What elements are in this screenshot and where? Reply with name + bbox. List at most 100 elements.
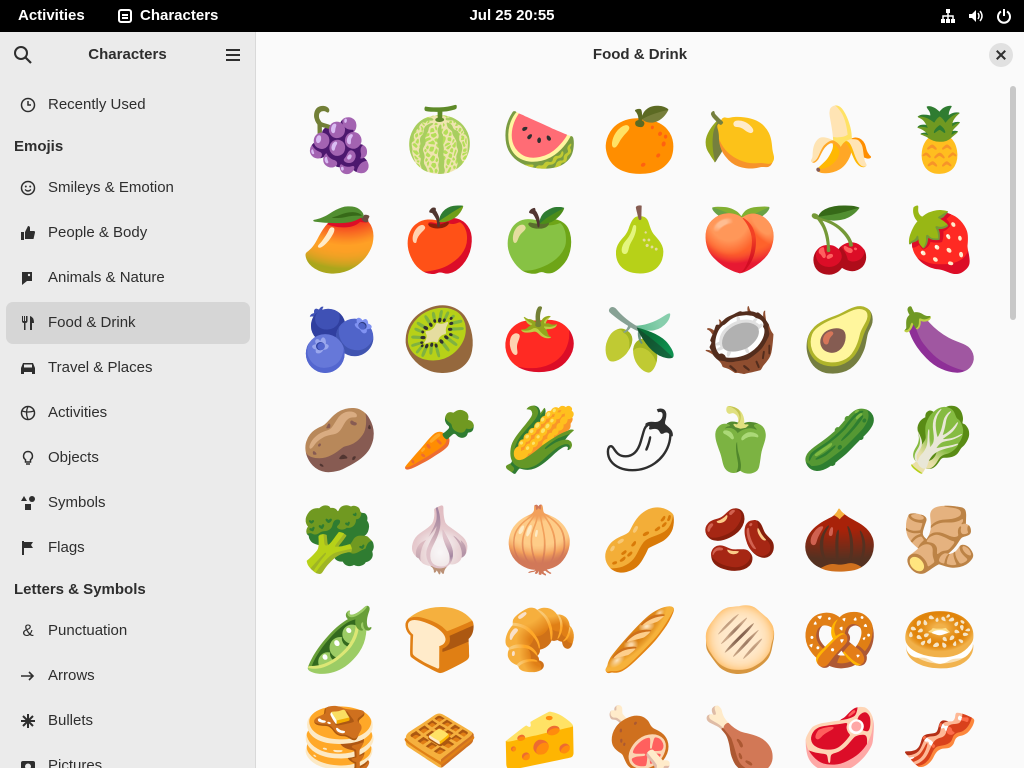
emoji-cell[interactable]: 🥐 bbox=[490, 590, 590, 690]
emoji-cell[interactable]: 🥞 bbox=[290, 690, 390, 768]
top-bar: Activities Characters Jul 25 20:55 bbox=[0, 0, 1024, 32]
sidebar-item-punctuation[interactable]: & Punctuation bbox=[6, 610, 250, 652]
emoji-cell[interactable]: 🫛 bbox=[290, 590, 390, 690]
emoji-cell[interactable]: 🥯 bbox=[890, 590, 990, 690]
page-title: Food & Drink bbox=[592, 46, 688, 63]
emoji-cell[interactable]: 🥥 bbox=[690, 290, 790, 390]
emoji-cell[interactable]: 🍞 bbox=[390, 590, 490, 690]
fork-knife-icon bbox=[22, 316, 34, 330]
emoji-cell[interactable]: 🌰 bbox=[790, 490, 890, 590]
emoji-cell[interactable]: 🍓 bbox=[890, 190, 990, 290]
emoji-cell[interactable]: 🍐 bbox=[590, 190, 690, 290]
emoji-cell[interactable]: 🍊 bbox=[590, 90, 690, 190]
emoji-cell[interactable]: 🫒 bbox=[590, 290, 690, 390]
emoji-cell[interactable]: 🧀 bbox=[490, 690, 590, 768]
sidebar-item-animals-nature[interactable]: Animals & Nature bbox=[6, 257, 250, 299]
emoji-cell[interactable]: 🍍 bbox=[890, 90, 990, 190]
sidebar-item-label: People & Body bbox=[48, 224, 148, 241]
sidebar-item-label: Recently Used bbox=[48, 96, 146, 113]
emoji-cell[interactable]: 🥑 bbox=[790, 290, 890, 390]
emoji-cell[interactable]: 🍑 bbox=[690, 190, 790, 290]
emoji-cell[interactable]: 🌽 bbox=[490, 390, 590, 490]
scrollbar[interactable] bbox=[1010, 86, 1016, 320]
section-header-letters-symbols: Letters & Symbols bbox=[14, 581, 146, 598]
emoji-cell[interactable]: 🧇 bbox=[390, 690, 490, 768]
sidebar-item-arrows[interactable]: Arrows bbox=[6, 655, 250, 697]
thumbs-up-icon bbox=[21, 226, 35, 240]
sidebar-item-label: Food & Drink bbox=[48, 314, 136, 331]
pictures-icon bbox=[21, 761, 35, 768]
emoji-cell[interactable]: 🥔 bbox=[290, 390, 390, 490]
emoji-cell[interactable]: 🍆 bbox=[890, 290, 990, 390]
emoji-cell[interactable]: 🥜 bbox=[590, 490, 690, 590]
sidebar-item-flags[interactable]: Flags bbox=[6, 527, 250, 569]
emoji-cell[interactable]: 🍅 bbox=[490, 290, 590, 390]
sidebar-item-people-body[interactable]: People & Body bbox=[6, 212, 250, 254]
emoji-cell[interactable]: 🍇 bbox=[290, 90, 390, 190]
emoji-cell[interactable]: 🍉 bbox=[490, 90, 590, 190]
emoji-cell[interactable]: 🍏 bbox=[490, 190, 590, 290]
emoji-cell[interactable]: 🍒 bbox=[790, 190, 890, 290]
power-icon bbox=[997, 9, 1011, 24]
activities-icon bbox=[20, 405, 36, 421]
hamburger-menu-icon[interactable] bbox=[222, 44, 244, 66]
bullet-icon bbox=[21, 714, 35, 728]
main-content: Food & Drink 🍇 🍈 🍉 🍊 🍋 🍌 🍍 🥭 🍎 🍏 🍐 🍑 🍒 🍓 🫐 🥝 🍅 🫒 🥥 🥑 🍆 🥔 🥕 🌽 🌶 🫑 🥒… bbox=[256, 32, 1024, 768]
sidebar-item-activities[interactable]: Activities bbox=[6, 392, 250, 434]
emoji-cell[interactable]: 🫚 bbox=[890, 490, 990, 590]
emoji-cell[interactable]: 🥕 bbox=[390, 390, 490, 490]
sidebar-item-label: Pictures bbox=[48, 757, 103, 768]
sidebar-item-label: Objects bbox=[48, 449, 99, 466]
emoji-cell[interactable]: 🍌 bbox=[790, 90, 890, 190]
sidebar-item-label: Smileys & Emotion bbox=[48, 179, 174, 196]
emoji-cell[interactable]: 🥨 bbox=[790, 590, 890, 690]
emoji-cell[interactable]: 🍎 bbox=[390, 190, 490, 290]
emoji-cell[interactable]: 🫓 bbox=[690, 590, 790, 690]
sidebar-title: Characters bbox=[88, 46, 167, 63]
sidebar-item-label: Bullets bbox=[48, 712, 94, 729]
emoji-cell[interactable]: 🫑 bbox=[690, 390, 790, 490]
emoji-cell[interactable]: 🍖 bbox=[590, 690, 690, 768]
emoji-cell[interactable]: 🥩 bbox=[790, 690, 890, 768]
emoji-cell[interactable]: 🥒 bbox=[790, 390, 890, 490]
network-icon bbox=[941, 9, 955, 23]
emoji-cell[interactable]: 🧄 bbox=[390, 490, 490, 590]
sidebar-item-travel-places[interactable]: Travel & Places bbox=[6, 347, 250, 389]
sidebar-item-food-drink[interactable]: Food & Drink bbox=[6, 302, 250, 344]
close-button[interactable] bbox=[989, 43, 1013, 67]
system-status-area[interactable] bbox=[940, 0, 1012, 32]
arrow-right-icon bbox=[21, 671, 35, 681]
emoji-cell[interactable]: 🌶 bbox=[590, 390, 690, 490]
sidebar-item-label: Animals & Nature bbox=[48, 269, 165, 286]
emoji-cell[interactable]: 🥦 bbox=[290, 490, 390, 590]
emoji-cell[interactable]: 🥭 bbox=[290, 190, 390, 290]
volume-icon bbox=[969, 10, 983, 22]
emoji-cell[interactable]: 🧅 bbox=[490, 490, 590, 590]
sidebar-item-recently-used[interactable]: Recently Used bbox=[6, 84, 250, 126]
lightbulb-icon bbox=[22, 450, 34, 465]
car-icon bbox=[21, 363, 35, 374]
ampersand-icon: & bbox=[22, 621, 34, 640]
smiley-icon bbox=[20, 180, 36, 196]
emoji-cell[interactable]: 🍗 bbox=[690, 690, 790, 768]
sidebar-item-smileys-emotion[interactable]: Smileys & Emotion bbox=[6, 167, 250, 209]
sidebar-item-symbols[interactable]: Symbols bbox=[6, 482, 250, 524]
animal-icon bbox=[22, 272, 32, 285]
emoji-cell[interactable]: 🍋 bbox=[690, 90, 790, 190]
emoji-cell[interactable]: 🍈 bbox=[390, 90, 490, 190]
clock-icon bbox=[20, 97, 36, 113]
sidebar-header: Characters bbox=[0, 32, 255, 78]
sidebar-item-pictures[interactable]: Pictures bbox=[6, 745, 250, 768]
emoji-cell[interactable]: 🥬 bbox=[890, 390, 990, 490]
emoji-cell[interactable]: 🥝 bbox=[390, 290, 490, 390]
clock[interactable]: Jul 25 20:55 bbox=[0, 0, 1024, 32]
sidebar-item-label: Symbols bbox=[48, 494, 106, 511]
emoji-cell[interactable]: 🫘 bbox=[690, 490, 790, 590]
sidebar-item-objects[interactable]: Objects bbox=[6, 437, 250, 479]
sidebar-item-bullets[interactable]: Bullets bbox=[6, 700, 250, 742]
emoji-cell[interactable]: 🫐 bbox=[290, 290, 390, 390]
emoji-cell[interactable]: 🥓 bbox=[890, 690, 990, 768]
sidebar-item-label: Punctuation bbox=[48, 622, 128, 639]
emoji-cell[interactable]: 🥖 bbox=[590, 590, 690, 690]
flag-icon bbox=[22, 541, 33, 555]
